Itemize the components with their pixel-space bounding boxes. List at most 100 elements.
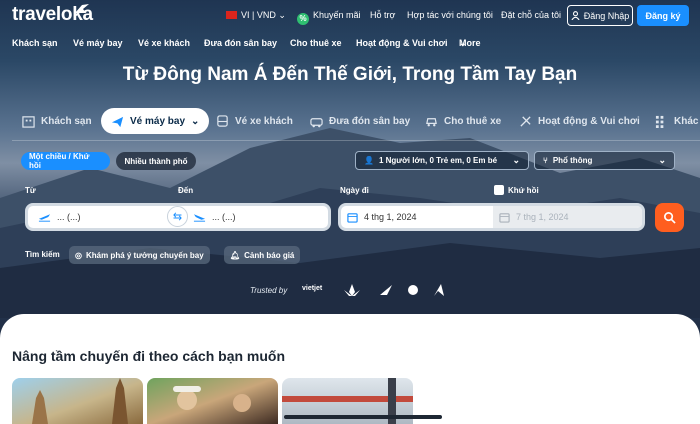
passenger-value: 1 Người lớn, 0 Trẻ em, 0 Em bé (378, 156, 498, 165)
return-date-inner: 7 thg 1, 2024 (499, 206, 569, 228)
tab-activities[interactable]: Hoạt động & Vui chơi (519, 108, 640, 134)
tab-hotels-label: Khách sạn (41, 115, 92, 127)
return-date-value: 7 thg 1, 2024 (516, 212, 569, 222)
login-button[interactable]: Đăng Nhập (567, 5, 633, 26)
to-label: Đến (178, 186, 194, 195)
passenger-selector[interactable]: 👤 1 Người lớn, 0 Trẻ em, 0 Em bé ⌄ (355, 151, 529, 170)
main-nav: Khách sạn Vé máy bay Vé xe khách Đưa đón… (0, 38, 700, 52)
tab-airport-transfer-label: Đưa đón sân bay (329, 115, 411, 127)
bus-icon (217, 114, 228, 127)
tab-airport-transfer[interactable]: Đưa đón sân bay (310, 108, 410, 134)
passenger-icon: 👤 (364, 156, 374, 165)
price-alert-label: Cảnh báo giá (244, 250, 295, 260)
vietjet-logo: vietjet (302, 285, 323, 292)
explore-ideas-label: Khám phá ý tưởng chuyến bay (85, 250, 204, 260)
nav-airport-transfer[interactable]: Đưa đón sân bay (204, 38, 277, 48)
swap-icon: ⇆ (172, 211, 183, 223)
promo-label: Khuyến mãi (313, 10, 361, 20)
trip-type-multicity[interactable]: Nhiều thành phố (116, 152, 196, 170)
page-headline: Từ Đông Nam Á Đến Thế Giới, Trong Tầm Ta… (122, 64, 578, 85)
tab-flights-label: Vé máy bay (130, 115, 186, 127)
trusted-by-label: Trusted by (250, 286, 288, 295)
activities-icon (520, 115, 531, 127)
promo-card-travelers[interactable] (147, 378, 278, 424)
top-bar: traveloka VI | VND ⌄ % Khuyến mãi Hỗ trợ … (0, 0, 700, 32)
tab-car-rental-label: Cho thuê xe (444, 115, 502, 127)
nav-more[interactable]: More ⌄ (459, 38, 481, 49)
takeoff-icon (38, 214, 51, 222)
price-alert-button[interactable]: 🔔︎ Cảnh báo giá (224, 246, 301, 264)
promo-card-temple[interactable] (12, 378, 143, 424)
bell-icon: 🔔︎ (230, 250, 241, 260)
temple-image (32, 378, 128, 424)
airport-transfer-icon (310, 117, 323, 127)
cabin-value: Phổ thông (552, 156, 593, 165)
my-bookings-link[interactable]: Đặt chỗ của tôi (501, 10, 561, 20)
register-button[interactable]: Đăng ký (637, 5, 689, 26)
tab-flights[interactable]: Vé máy bay ⌄ (101, 108, 210, 134)
nav-more-label: More (459, 38, 481, 48)
tab-hotels[interactable]: Khách sạn (22, 108, 92, 134)
from-field[interactable]: ... (...) (38, 206, 81, 228)
seat-icon: ⑂ (543, 156, 548, 165)
locale-label: VI | VND (241, 10, 276, 20)
tab-bus-label: Vé xe khách (235, 115, 293, 127)
tab-activities-label: Hoạt động & Vui chơi (538, 115, 640, 127)
trip-type-oneway[interactable]: Một chiều / Khứ hồi (21, 152, 110, 170)
to-value: ... (...) (212, 212, 236, 222)
calendar-icon (499, 212, 510, 223)
nav-car-rental[interactable]: Cho thuê xe (290, 38, 342, 48)
section-title: Nâng tầm chuyến đi theo cách bạn muốn (12, 348, 286, 364)
travelers-image (173, 386, 251, 412)
partner-link[interactable]: Hợp tác với chúng tôi (407, 10, 493, 20)
search-row-label: Tìm kiếm (25, 250, 60, 259)
vietnam-flag-icon (226, 11, 237, 19)
user-icon (571, 11, 580, 20)
compass-icon: ◎ (75, 250, 82, 260)
swap-button[interactable]: ⇆ (167, 206, 188, 227)
calendar-icon (347, 212, 358, 223)
tabs-divider (12, 140, 700, 141)
hero-banner: traveloka VI | VND ⌄ % Khuyến mãi Hỗ trợ … (0, 0, 700, 340)
nav-bus[interactable]: Vé xe khách (138, 38, 190, 48)
from-value: ... (...) (57, 212, 81, 222)
tab-other-label: Khác (674, 115, 699, 127)
bamboo-airways-icon (380, 285, 392, 295)
nav-activities[interactable]: Hoạt động & Vui chơi (356, 38, 448, 48)
search-button[interactable] (655, 203, 684, 232)
locale-selector[interactable]: VI | VND ⌄ (226, 10, 286, 21)
depart-date-value: 4 thg 1, 2024 (364, 212, 417, 222)
from-label: Từ (25, 186, 36, 195)
nav-flights[interactable]: Vé máy bay (73, 38, 123, 48)
vietnam-airlines-lotus-icon (344, 284, 360, 296)
logo-bird-icon (75, 4, 89, 13)
to-field[interactable]: ... (...) (193, 206, 236, 228)
search-icon (664, 212, 676, 224)
product-tabs: Khách sạn Vé máy bay ⌄ Vé xe khách Đưa đ… (0, 108, 700, 134)
return-label: Khứ hồi (508, 186, 539, 195)
vietravel-airlines-icon (408, 285, 418, 295)
explore-ideas-button[interactable]: ◎ Khám phá ý tưởng chuyến bay (69, 246, 210, 264)
car-icon (426, 117, 437, 126)
login-label: Đăng Nhập (583, 10, 630, 21)
return-checkbox[interactable] (494, 185, 504, 195)
nav-hotels[interactable]: Khách sạn (12, 38, 58, 48)
depart-date-field[interactable]: 4 thg 1, 2024 (347, 206, 417, 228)
promo-icon: % (297, 13, 309, 25)
tab-other[interactable]: Khác (655, 108, 698, 134)
promo-link[interactable]: % Khuyến mãi (297, 10, 361, 25)
landing-icon (193, 214, 206, 222)
depart-label: Ngày đi (340, 186, 369, 195)
return-date-field[interactable]: 7 thg 1, 2024 (493, 206, 642, 228)
chevron-down-icon: ⌄ (278, 10, 286, 20)
chevron-down-icon: ⌄ (191, 115, 200, 127)
chevron-down-icon: ⌄ (512, 155, 520, 165)
plane-icon (111, 116, 124, 127)
support-link[interactable]: Hỗ trợ (370, 10, 395, 20)
tab-car-rental[interactable]: Cho thuê xe (425, 108, 501, 134)
horizontal-scrollbar[interactable] (284, 415, 442, 419)
grid-icon (655, 115, 664, 128)
tab-bus[interactable]: Vé xe khách (216, 108, 293, 134)
pacific-airlines-icon (434, 284, 444, 296)
cabin-selector[interactable]: ⑂ Phổ thông ⌄ (534, 151, 675, 170)
